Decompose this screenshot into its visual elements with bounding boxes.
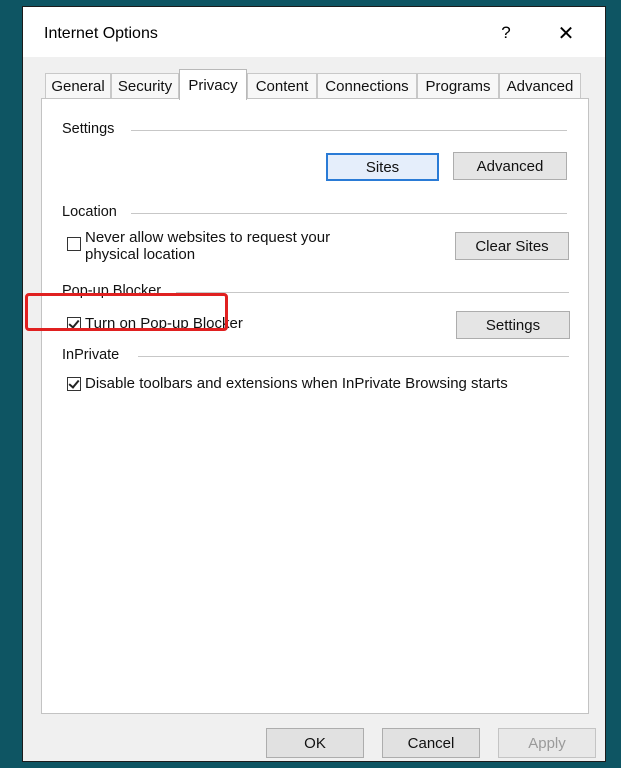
settings-heading: Settings xyxy=(62,121,115,137)
tab-connections[interactable]: Connections xyxy=(317,73,417,99)
privacy-panel: Settings Sites Advanced Location Never a… xyxy=(41,98,589,714)
sites-button[interactable]: Sites xyxy=(326,153,439,181)
cancel-button[interactable]: Cancel xyxy=(382,728,480,758)
close-button[interactable]: ✕ xyxy=(545,17,587,49)
apply-button[interactable]: Apply xyxy=(498,728,596,758)
settings-divider xyxy=(131,130,567,131)
help-button[interactable]: ? xyxy=(485,17,527,49)
location-checkbox-label: Never allow websites to request your phy… xyxy=(85,229,330,263)
tab-strip: General Security Privacy Content Connect… xyxy=(45,69,589,100)
inprivate-heading: InPrivate xyxy=(62,347,120,363)
tab-security[interactable]: Security xyxy=(111,73,179,99)
popup-settings-button[interactable]: Settings xyxy=(456,311,570,339)
location-heading: Location xyxy=(62,204,117,220)
clear-sites-button[interactable]: Clear Sites xyxy=(455,232,569,260)
location-label-line1: Never allow websites to request your xyxy=(85,229,331,246)
location-checkbox-row[interactable]: Never allow websites to request your phy… xyxy=(67,229,330,263)
inprivate-checkbox[interactable] xyxy=(67,377,81,391)
internet-options-dialog: Internet Options ? ✕ General Security Pr… xyxy=(22,6,606,762)
window-title: Internet Options xyxy=(44,25,158,42)
inprivate-divider xyxy=(138,356,569,357)
title-bar[interactable]: Internet Options ? ✕ xyxy=(23,7,605,57)
inprivate-checkbox-row[interactable]: Disable toolbars and extensions when InP… xyxy=(67,375,508,392)
tab-content[interactable]: Content xyxy=(247,73,317,99)
popup-blocker-divider xyxy=(176,292,569,293)
tab-advanced[interactable]: Advanced xyxy=(499,73,581,99)
ok-button[interactable]: OK xyxy=(266,728,364,758)
location-divider xyxy=(131,213,567,214)
tab-programs[interactable]: Programs xyxy=(417,73,499,99)
tab-privacy[interactable]: Privacy xyxy=(179,69,247,100)
advanced-button[interactable]: Advanced xyxy=(453,152,567,180)
location-checkbox[interactable] xyxy=(67,237,81,251)
tab-general[interactable]: General xyxy=(45,73,111,99)
location-label-line2: physical location xyxy=(85,246,196,263)
inprivate-label: Disable toolbars and extensions when InP… xyxy=(85,375,508,392)
highlight-box xyxy=(25,293,228,331)
